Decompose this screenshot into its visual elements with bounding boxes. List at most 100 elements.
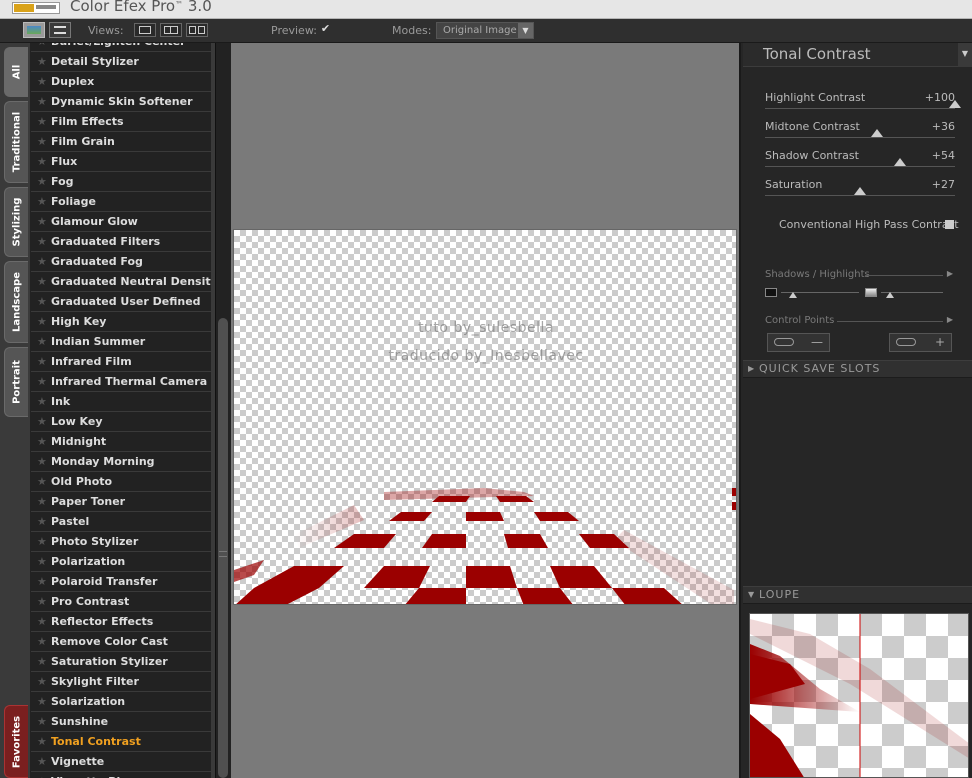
favorite-star-icon[interactable]: ★	[37, 372, 47, 391]
favorite-star-icon[interactable]: ★	[37, 732, 47, 751]
filter-item[interactable]: ★ Graduated Neutral Density	[31, 272, 211, 291]
slider-knob[interactable]	[854, 187, 866, 195]
tab-traditional[interactable]: Traditional	[4, 101, 28, 183]
favorite-star-icon[interactable]: ★	[37, 472, 47, 491]
favorite-star-icon[interactable]: ★	[37, 672, 47, 691]
favorite-star-icon[interactable]: ★	[37, 172, 47, 191]
favorite-star-icon[interactable]: ★	[37, 292, 47, 311]
favorite-star-icon[interactable]: ★	[37, 332, 47, 351]
filter-item[interactable]: ★ Film Effects	[31, 112, 211, 131]
slider-knob[interactable]	[949, 100, 961, 108]
favorite-star-icon[interactable]: ★	[37, 712, 47, 731]
favorite-star-icon[interactable]: ★	[37, 232, 47, 251]
favorite-star-icon[interactable]: ★	[37, 272, 47, 291]
favorite-star-icon[interactable]: ★	[37, 652, 47, 671]
shadows-highlights-header[interactable]: Shadows / Highlights ▶	[765, 269, 953, 280]
filter-item[interactable]: ★ Tonal Contrast	[31, 732, 211, 751]
slider-track[interactable]	[765, 137, 955, 138]
favorite-star-icon[interactable]: ★	[37, 592, 47, 611]
filter-item[interactable]: ★ Graduated Fog	[31, 252, 211, 271]
filter-item[interactable]: ★ Monday Morning	[31, 452, 211, 471]
filter-item[interactable]: ★ Fog	[31, 172, 211, 191]
favorite-star-icon[interactable]: ★	[37, 52, 47, 71]
favorite-star-icon[interactable]: ★	[37, 772, 47, 778]
filter-item[interactable]: ★ Duplex	[31, 72, 211, 91]
add-control-point-button[interactable]: +	[889, 333, 952, 352]
filter-item[interactable]: ★ Graduated Filters	[31, 232, 211, 251]
filter-item[interactable]: ★ Skylight Filter	[31, 672, 211, 691]
loupe-header[interactable]: ▼ LOUPE	[743, 586, 972, 604]
filter-item[interactable]: ★ Foliage	[31, 192, 211, 211]
preview-canvas[interactable]: tuto by_sulesbella traducido by_Inesbell…	[231, 43, 739, 778]
tab-favorites[interactable]: Favorites	[4, 705, 28, 778]
filter-item[interactable]: ★ Infrared Film	[31, 352, 211, 371]
favorite-star-icon[interactable]: ★	[37, 312, 47, 331]
favorite-star-icon[interactable]: ★	[37, 452, 47, 471]
thumbnail-view-button[interactable]	[23, 22, 45, 38]
favorite-star-icon[interactable]: ★	[37, 212, 47, 231]
filter-item[interactable]: ★ Flux	[31, 152, 211, 171]
filter-item[interactable]: ★ Detail Stylizer	[31, 52, 211, 71]
tab-all[interactable]: All	[4, 47, 28, 97]
filter-item[interactable]: ★ Midnight	[31, 432, 211, 451]
favorite-star-icon[interactable]: ★	[37, 152, 47, 171]
favorite-star-icon[interactable]: ★	[37, 252, 47, 271]
favorite-star-icon[interactable]: ★	[37, 572, 47, 591]
filter-item[interactable]: ★ Indian Summer	[31, 332, 211, 351]
tab-stylizing[interactable]: Stylizing	[4, 187, 28, 257]
favorite-star-icon[interactable]: ★	[37, 692, 47, 711]
preview-image[interactable]: tuto by_sulesbella traducido by_Inesbell…	[233, 229, 737, 605]
filter-item[interactable]: ★ Pastel	[31, 512, 211, 531]
favorite-star-icon[interactable]: ★	[37, 632, 47, 651]
filter-item[interactable]: ★ Pro Contrast	[31, 592, 211, 611]
favorite-star-icon[interactable]: ★	[37, 492, 47, 511]
favorite-star-icon[interactable]: ★	[37, 352, 47, 371]
remove-control-point-button[interactable]: —	[767, 333, 830, 352]
filter-item[interactable]: ★ Remove Color Cast	[31, 632, 211, 651]
modes-select[interactable]: Original Image ▼	[436, 22, 534, 39]
filter-item[interactable]: ★ Vignette	[31, 752, 211, 771]
slider-knob[interactable]	[893, 158, 906, 166]
tab-portrait[interactable]: Portrait	[4, 347, 28, 417]
tab-landscape[interactable]: Landscape	[4, 261, 28, 343]
side-by-side-view-button[interactable]	[186, 23, 208, 37]
filter-item[interactable]: ★Vignette Blur	[31, 772, 211, 778]
filter-item[interactable]: ★ Polarization	[31, 552, 211, 571]
filter-item[interactable]: ★ Sunshine	[31, 712, 211, 731]
filter-item[interactable]: ★ Reflector Effects	[31, 612, 211, 631]
highlights-slider-knob[interactable]	[886, 292, 894, 298]
filter-item[interactable]: ★ Low Key	[31, 412, 211, 431]
filter-list-scrollbar[interactable]	[215, 43, 231, 778]
quick-save-slots-header[interactable]: ▶ QUICK SAVE SLOTS	[743, 360, 972, 378]
list-view-button[interactable]	[49, 22, 71, 38]
conventional-high-pass-checkbox[interactable]	[945, 220, 954, 229]
filter-item[interactable]: ★ Photo Stylizer	[31, 532, 211, 551]
favorite-star-icon[interactable]: ★	[37, 752, 47, 771]
filter-item[interactable]: ★ High Key	[31, 312, 211, 331]
favorite-star-icon[interactable]: ★	[37, 612, 47, 631]
single-view-button[interactable]	[134, 23, 156, 37]
favorite-star-icon[interactable]: ★	[37, 412, 47, 431]
filter-item[interactable]: ★ Polaroid Transfer	[31, 572, 211, 591]
filter-item[interactable]: ★ Old Photo	[31, 472, 211, 491]
favorite-star-icon[interactable]: ★	[37, 432, 47, 451]
split-view-button[interactable]	[160, 23, 182, 37]
favorite-star-icon[interactable]: ★	[37, 512, 47, 531]
filter-item[interactable]: ★ Graduated User Defined	[31, 292, 211, 311]
filter-item[interactable]: ★ Film Grain	[31, 132, 211, 151]
favorite-star-icon[interactable]: ★	[37, 92, 47, 111]
favorite-star-icon[interactable]: ★	[37, 532, 47, 551]
filter-item[interactable]: ★ Burlet/Lighten Center	[31, 43, 211, 51]
slider-track[interactable]	[765, 166, 955, 167]
favorite-star-icon[interactable]: ★	[37, 43, 47, 51]
favorite-star-icon[interactable]: ★	[37, 72, 47, 91]
slider-track[interactable]	[765, 108, 955, 109]
preview-checkbox[interactable]: ✔	[320, 23, 331, 35]
filter-item[interactable]: ★ Infrared Thermal Camera	[31, 372, 211, 391]
slider-track[interactable]	[765, 195, 955, 196]
scrollbar-thumb[interactable]	[218, 318, 228, 778]
filter-item[interactable]: ★ Paper Toner	[31, 492, 211, 511]
control-points-header[interactable]: Control Points ▶	[765, 315, 953, 326]
shadows-slider-knob[interactable]	[789, 292, 797, 298]
filter-item[interactable]: ★ Solarization	[31, 692, 211, 711]
